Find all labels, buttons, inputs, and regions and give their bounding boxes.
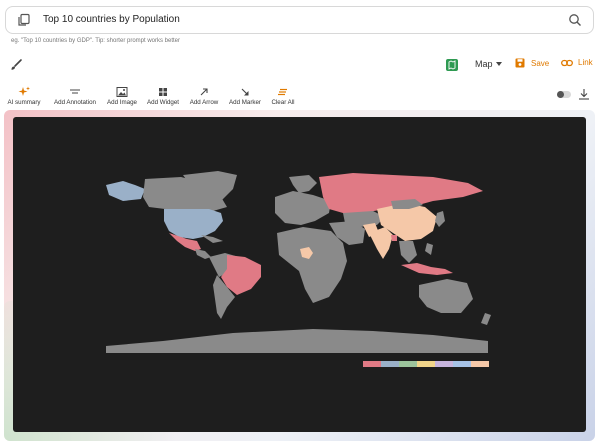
legend-swatch [381,361,399,367]
add-widget-button[interactable]: Add Widget [145,86,181,106]
save-button[interactable]: Save [515,58,549,68]
add-arrow-label: Add Arrow [189,99,219,106]
widget-grid-icon [159,88,167,96]
copy-icon[interactable] [17,13,31,27]
annotation-toolbar: AI summary Add Annotation Add Image Add … [0,86,600,110]
legend-swatch [399,361,417,367]
country-africa [277,227,347,303]
legend-swatch [363,361,381,367]
country-australia [419,279,473,313]
map-view-icon[interactable] [446,59,458,71]
add-marker-label: Add Marker [229,99,261,106]
add-widget-label: Add Widget [147,99,179,106]
country-caribbean [201,235,223,243]
country-europe [275,191,331,225]
sparkle-icon [18,86,30,96]
text-lines-icon [70,89,80,94]
chart-type-label: Map [475,59,493,69]
map-legend [363,361,489,367]
legend-swatch [471,361,489,367]
caret-down-icon [495,62,502,66]
link-label: Link [578,58,593,67]
add-annotation-button[interactable]: Add Annotation [51,86,99,106]
image-icon [116,87,128,97]
country-scandinavia [289,175,317,193]
search-input[interactable]: Top 10 countries by Population [43,14,180,25]
eraser-icon [278,88,287,96]
legend-swatch [417,361,435,367]
chart-type-dropdown[interactable]: Map [475,59,502,69]
toggle-knob [557,91,564,98]
country-southeast-asia [399,241,417,263]
country-alaska [106,181,145,201]
world-map [106,171,491,367]
add-image-label: Add Image [107,99,137,106]
country-central-america [195,249,211,259]
add-marker-button[interactable]: Add Marker [227,86,263,106]
ai-summary-label: AI summary [7,99,41,106]
save-label: Save [531,58,550,68]
country-bangladesh [391,235,397,241]
country-india [369,227,393,259]
search-bar[interactable]: Top 10 countries by Population [5,6,594,34]
add-arrow-button[interactable]: Add Arrow [187,86,221,106]
country-new-zealand [481,313,491,325]
add-annotation-label: Add Annotation [54,99,96,106]
paintbrush-icon[interactable] [9,58,23,72]
country-philippines [425,243,433,255]
toggle-switch[interactable] [557,91,571,98]
country-japan [435,211,445,227]
marker-icon [241,88,249,96]
download-icon[interactable] [578,88,590,100]
prompt-hint: eg. "Top 10 countries by GDP". Tip: shor… [11,38,180,44]
link-icon [561,59,573,66]
ai-summary-button[interactable]: AI summary [5,86,43,106]
map-canvas[interactable] [13,117,586,432]
clear-all-button[interactable]: Clear All [269,86,297,106]
country-indonesia [401,263,453,275]
arrow-icon [200,88,208,96]
country-antarctica [106,329,488,353]
clear-all-label: Clear All [271,99,295,106]
save-icon [515,58,525,68]
search-icon[interactable] [568,13,582,27]
link-button[interactable]: Link [561,58,593,67]
add-image-button[interactable]: Add Image [105,86,139,106]
legend-swatch [453,361,471,367]
legend-swatch [435,361,453,367]
